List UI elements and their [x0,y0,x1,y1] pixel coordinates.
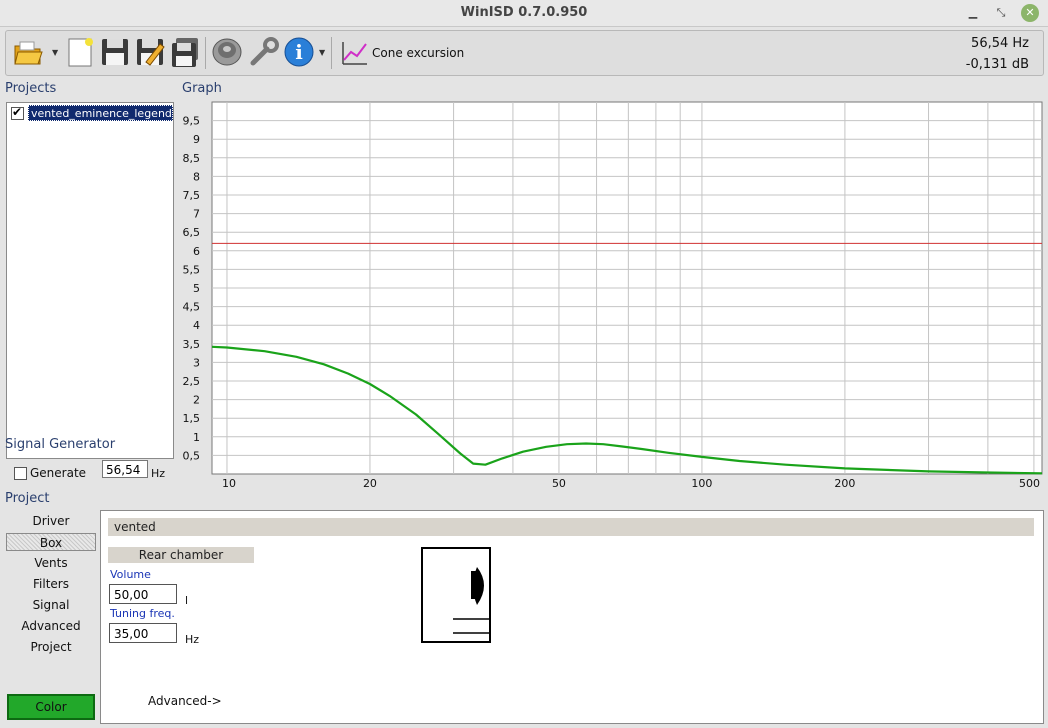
toolbar: ▼ i ▼ Cone excursion 56,54 Hz -0,131 dB [5,30,1044,76]
x-tick-label: 500 [1019,477,1040,490]
db-readout: -0,131 dB [965,57,1029,72]
toolbar-separator [205,37,206,69]
generate-label[interactable]: Generate [30,466,86,480]
nav-signal[interactable]: Signal [6,596,96,614]
maximize-button[interactable]: ⤡ [992,4,1010,22]
x-tick-label: 20 [363,477,377,490]
project-label: Project [5,491,50,506]
volume-input[interactable]: 50,00 [109,584,177,604]
tools-icon[interactable] [248,36,280,68]
x-tick-label: 100 [691,477,712,490]
volume-unit: l [185,594,189,607]
info-dropdown-icon[interactable]: ▼ [319,48,325,57]
generator-unit: Hz [151,467,166,480]
y-tick-label: 9,5 [183,115,201,128]
y-tick-label: 4 [193,319,200,332]
y-tick-label: 7 [193,208,200,221]
response-chart[interactable]: 0,5 1 1,5 2 2,5 3 3,5 4 4,5 5 5,5 6 6,5 7 7,5 8 8,5 9 9,5 1… [180,100,1044,490]
y-tick-label: 6,5 [183,226,201,239]
y-tick-label: 4,5 [183,301,201,314]
signal-generator-row: Generate 56,54 Hz [0,460,180,484]
generator-frequency-input[interactable]: 56,54 [102,460,148,478]
tuning-unit: Hz [185,633,200,646]
projects-label: Projects [5,81,57,96]
y-tick-label: 5,5 [183,263,201,276]
nav-project[interactable]: Project [6,638,96,656]
save-all-icon[interactable] [169,36,201,68]
info-icon[interactable]: i [283,36,315,68]
nav-advanced[interactable]: Advanced [6,617,96,635]
project-name[interactable]: vented_eminence_legend_bp [28,105,173,121]
color-button[interactable]: Color [7,694,95,720]
box-diagram [421,547,493,645]
y-tick-label: 3,5 [183,338,201,351]
y-tick-label: 1 [193,431,200,444]
tuning-label: Tuning freq. [110,607,175,620]
nav-filters[interactable]: Filters [6,575,96,593]
rear-chamber-header: Rear chamber [108,547,254,563]
nav-vents[interactable]: Vents [6,554,96,572]
nav-box[interactable]: Box [6,533,96,551]
x-tick-label: 50 [552,477,566,490]
toolbar-separator [331,37,332,69]
close-button[interactable]: ✕ [1021,4,1039,22]
list-item[interactable]: vented_eminence_legend_bp [9,105,173,121]
y-tick-label: 9 [193,133,200,146]
nav-driver[interactable]: Driver [6,512,96,530]
save-as-icon[interactable] [134,36,166,68]
y-tick-label: 6 [193,245,200,258]
generate-checkbox[interactable] [14,467,27,480]
x-tick-label: 200 [834,477,855,490]
y-tick-label: 2,5 [183,375,201,388]
save-icon[interactable] [99,36,131,68]
new-document-icon[interactable] [64,36,96,68]
driver-icon[interactable] [211,36,243,68]
projects-list[interactable]: vented_eminence_legend_bp [6,102,174,459]
open-dropdown-icon[interactable]: ▼ [52,48,58,57]
svg-text:i: i [295,40,303,64]
box-type-header: vented [108,518,1034,536]
graph-label: Graph [182,81,222,96]
y-tick-label: 8,5 [183,152,201,165]
y-tick-label: 0,5 [183,449,201,462]
frequency-readout: 56,54 Hz [971,36,1029,51]
y-tick-label: 8 [193,170,200,183]
signal-generator-label: Signal Generator [5,437,116,452]
volume-label: Volume [110,568,151,581]
open-folder-icon[interactable] [12,36,44,68]
y-tick-label: 5 [193,282,200,295]
window-title: WinISD 0.7.0.950 [460,5,588,20]
cone-excursion-label[interactable]: Cone excursion [372,46,464,60]
cone-excursion-icon[interactable] [339,36,371,68]
box-panel: vented Rear chamber Volume 50,00 l Tunin… [100,510,1044,724]
x-tick-label: 10 [222,477,236,490]
project-checkbox[interactable] [11,105,24,120]
graph-area[interactable]: 0,5 1 1,5 2 2,5 3 3,5 4 4,5 5 5,5 6 6,5 7 7,5 8 8,5 9 9,5 1… [180,100,1044,490]
y-tick-label: 2 [193,394,200,407]
minimize-button[interactable]: ▁ [964,4,982,22]
y-tick-label: 7,5 [183,189,201,202]
y-tick-label: 1,5 [183,412,201,425]
title-bar: WinISD 0.7.0.950 ▁ ⤡ ✕ [0,0,1048,27]
tuning-input[interactable]: 35,00 [109,623,177,643]
y-tick-label: 3 [193,356,200,369]
advanced-link[interactable]: Advanced-> [148,694,222,708]
